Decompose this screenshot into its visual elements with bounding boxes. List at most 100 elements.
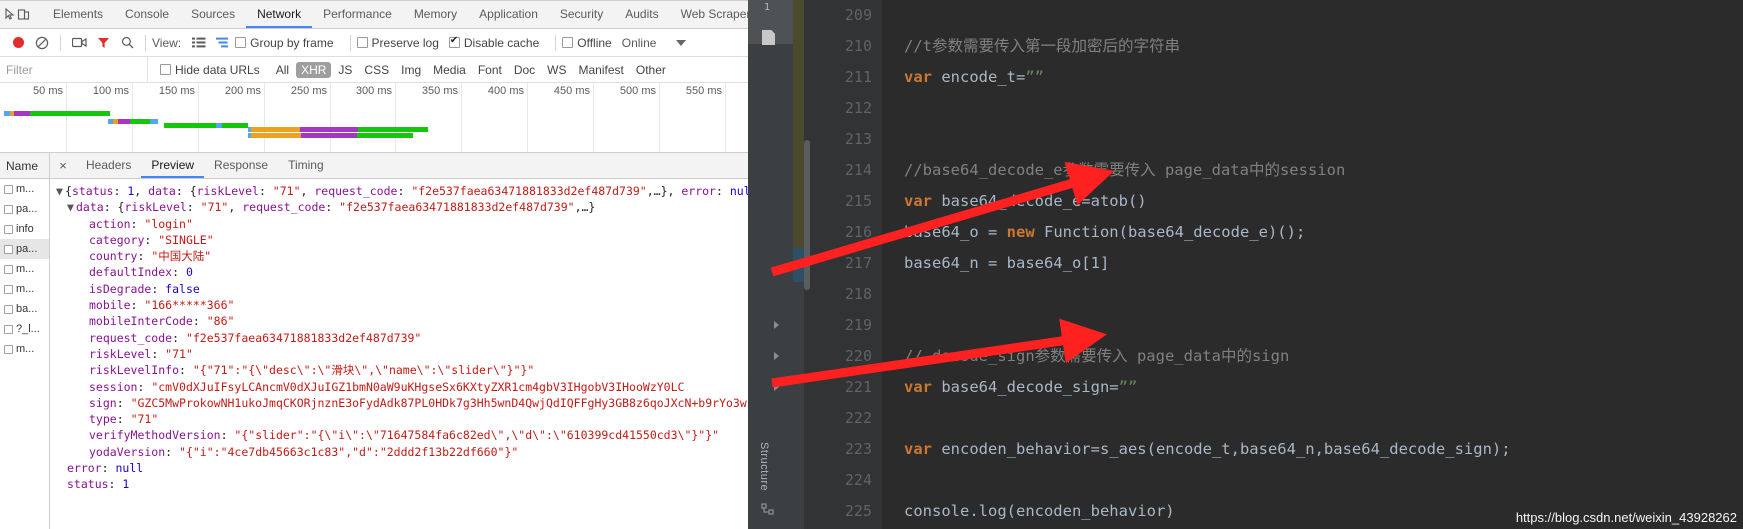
request-row-checkbox[interactable] (4, 304, 13, 314)
request-row[interactable]: m... (0, 279, 49, 299)
detail-tab-timing[interactable]: Timing (278, 153, 334, 178)
devtools-panel: Elements Console Sources Network Performance… (0, 0, 750, 529)
overview-tick: 300 ms (356, 83, 396, 152)
request-row-checkbox[interactable] (4, 204, 13, 214)
chevron-down-icon[interactable] (676, 39, 687, 46)
overview-tick: 550 ms (686, 83, 726, 152)
request-row[interactable]: ?_l... (0, 319, 49, 339)
waterfall-view-icon[interactable] (211, 32, 235, 54)
editor-code-token: var (904, 440, 932, 458)
filter-type-doc[interactable]: Doc (509, 62, 540, 78)
structure-tool-icon[interactable] (761, 503, 774, 519)
device-toolbar-icon[interactable] (17, 1, 30, 28)
request-row-checkbox[interactable] (4, 344, 13, 354)
preview-json-line: yodaVersion: "{"i":"4ce7db45663c1c83","d… (56, 444, 748, 460)
structure-tool-label[interactable]: Structure (758, 442, 770, 491)
detail-tab-preview[interactable]: Preview (141, 153, 205, 178)
name-column-header[interactable]: Name (0, 153, 50, 178)
editor-change-marker-current (793, 248, 804, 282)
filter-type-all[interactable]: All (271, 62, 294, 78)
devtools-tab-console[interactable]: Console (114, 1, 180, 28)
filter-type-manifest[interactable]: Manifest (574, 62, 629, 78)
filter-type-css[interactable]: CSS (359, 62, 394, 78)
devtools-tab-sources[interactable]: Sources (180, 1, 246, 28)
filter-type-media[interactable]: Media (428, 62, 471, 78)
request-row[interactable]: info (0, 219, 49, 239)
filter-type-js[interactable]: JS (333, 62, 357, 78)
filter-type-xhr[interactable]: XHR (296, 61, 332, 78)
response-preview[interactable]: ▼ {status: 1, data: {riskLevel: "71", req… (50, 179, 748, 529)
list-view-icon[interactable] (187, 32, 211, 54)
request-row-checkbox[interactable] (4, 244, 13, 254)
preview-json-token: : { (103, 200, 125, 215)
request-row-checkbox[interactable] (4, 184, 13, 194)
record-button[interactable] (6, 32, 30, 54)
request-row[interactable]: pa... (0, 199, 49, 219)
devtools-tab-security[interactable]: Security (549, 1, 614, 28)
filter-type-img[interactable]: Img (396, 62, 426, 78)
clear-button[interactable] (30, 32, 54, 54)
request-row[interactable]: m... (0, 339, 49, 359)
resource-type-filters: All XHR JS CSS Img Media Font Doc WS Manifest Othe… (270, 61, 672, 78)
inspect-element-icon[interactable] (4, 1, 17, 28)
filter-input[interactable]: Filter (0, 57, 148, 82)
request-row-checkbox[interactable] (4, 264, 13, 274)
editor-line-number-text: 225 (844, 502, 872, 520)
offline-checkbox[interactable]: Offline (562, 36, 612, 50)
preview-json-token: null (729, 184, 748, 198)
offline-box (562, 37, 574, 48)
filter-type-other[interactable]: Other (631, 62, 671, 78)
group-by-frame-checkbox[interactable]: Group by frame (235, 36, 334, 50)
editor-code-token: encode_t= (932, 68, 1026, 86)
close-icon[interactable]: × (50, 153, 76, 178)
filter-type-ws[interactable]: WS (542, 62, 571, 78)
editor-line-number-text: 221 (844, 378, 872, 396)
devtools-tab-elements[interactable]: Elements (42, 1, 114, 28)
request-row-checkbox[interactable] (4, 324, 13, 334)
editor-line-number: 222 (804, 403, 872, 434)
request-row[interactable]: pa... (0, 239, 49, 259)
preview-json-token: , (228, 200, 243, 215)
editor-line-number: 209 (804, 0, 872, 31)
network-overview-timeline[interactable]: 50 ms 100 ms 150 ms 200 ms 250 ms 300 ms 350 m… (0, 83, 748, 153)
preview-json-token: mobileInterCode (89, 314, 193, 329)
group-by-frame-box (235, 37, 247, 48)
preserve-log-checkbox[interactable]: Preserve log (356, 36, 439, 50)
preview-json-token: verifyMethodVersion (89, 428, 221, 443)
disable-cache-checkbox[interactable]: Disable cache (448, 35, 539, 50)
preview-json-line: request_code: "f2e537faea63471881833d2ef… (56, 330, 748, 346)
preview-json-token: country (89, 249, 138, 264)
filter-type-font[interactable]: Font (473, 62, 507, 78)
devtools-tab-memory[interactable]: Memory (403, 1, 468, 28)
devtools-tab-network[interactable]: Network (246, 1, 313, 28)
devtools-tab-application[interactable]: Application (468, 1, 549, 28)
request-row[interactable]: m... (0, 259, 49, 279)
request-row[interactable]: ba... (0, 299, 49, 319)
editor-line-number-text: 219 (844, 316, 872, 334)
devtools-tab-audits[interactable]: Audits (614, 1, 669, 28)
detail-tab-response[interactable]: Response (204, 153, 278, 178)
search-icon[interactable] (115, 32, 139, 54)
code-fold-icon[interactable] (774, 383, 779, 391)
hide-data-urls-checkbox[interactable]: Hide data URLs (160, 63, 260, 77)
expand-toggle-icon[interactable]: ▼ (67, 199, 76, 215)
code-fold-icon[interactable] (774, 321, 779, 329)
hide-data-urls-label: Hide data URLs (175, 62, 260, 77)
editor-line-number: 221 (774, 372, 872, 403)
file-icon[interactable] (762, 30, 775, 45)
editor-code-line: // docode_sign参数需要传入 page_data中的sign (904, 341, 1743, 372)
overview-request-bar (108, 119, 158, 124)
capture-screenshots-icon[interactable] (67, 32, 91, 54)
detail-tab-headers[interactable]: Headers (76, 153, 141, 178)
online-throttling-label[interactable]: Online (622, 36, 657, 50)
request-row[interactable]: m... (0, 179, 49, 199)
editor-line-number: 210 (804, 31, 872, 62)
request-row-checkbox[interactable] (4, 224, 13, 234)
expand-toggle-icon[interactable]: ▼ (56, 183, 65, 199)
request-row-checkbox[interactable] (4, 284, 13, 294)
editor-code-area[interactable]: //t参数需要传入第一段加密后的字符串 var encode_t=”” //bas… (882, 0, 1743, 529)
code-fold-icon[interactable] (774, 352, 779, 360)
request-row-label: ba... (16, 303, 38, 315)
devtools-tab-performance[interactable]: Performance (312, 1, 403, 28)
filter-icon[interactable] (91, 32, 115, 54)
